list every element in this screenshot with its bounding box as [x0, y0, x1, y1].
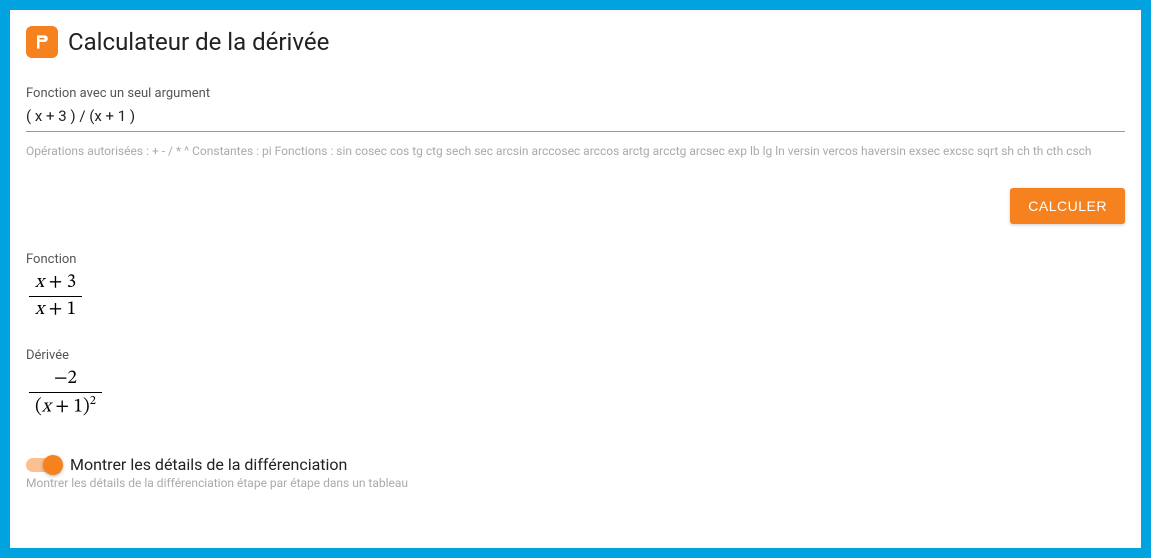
page-title: Calculateur de la dérivée — [68, 28, 329, 56]
details-toggle[interactable] — [26, 458, 60, 472]
operations-hint: Opérations autorisées : + - / * ^ Consta… — [26, 142, 1125, 160]
function-display: x + 3 x + 1 — [26, 269, 1125, 330]
function-label: Fonction — [26, 252, 1125, 267]
deriv-den-exp: 2 — [90, 395, 96, 407]
calculate-button[interactable]: CALCULER — [1010, 188, 1125, 224]
app-logo-icon — [26, 26, 58, 58]
details-toggle-hint: Montrer les détails de la différenciatio… — [26, 476, 1125, 490]
function-input[interactable] — [26, 103, 1125, 132]
function-input-label: Fonction avec un seul argument — [26, 86, 1125, 101]
main-card: Calculateur de la dérivée Fonction avec … — [10, 10, 1141, 548]
button-row: CALCULER — [26, 188, 1125, 224]
details-toggle-row: Montrer les détails de la différenciatio… — [26, 455, 1125, 474]
func-num: + 3 — [49, 273, 77, 292]
deriv-den-base: (x + 1) — [35, 397, 90, 416]
func-den: + 1 — [49, 300, 77, 319]
deriv-num: −2 — [48, 367, 83, 392]
derivative-label: Dérivée — [26, 348, 1125, 363]
derivative-display: −2 (x + 1)2 — [26, 365, 1125, 427]
header: Calculateur de la dérivée — [26, 26, 1125, 58]
details-toggle-label: Montrer les détails de la différenciatio… — [70, 455, 347, 474]
toggle-knob — [43, 455, 63, 475]
